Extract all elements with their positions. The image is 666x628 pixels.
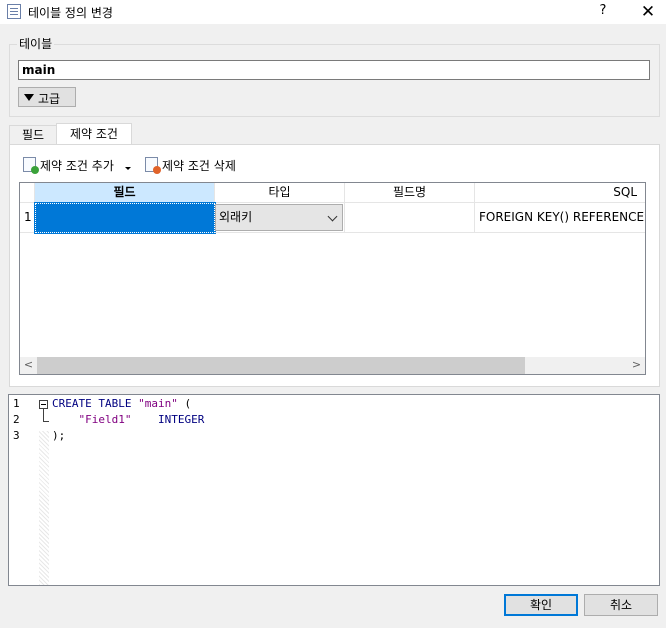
close-button[interactable]: ✕ xyxy=(636,1,660,23)
cell-type[interactable]: 외래키 xyxy=(215,203,345,233)
line-number: 3 xyxy=(13,429,20,442)
code-string: "Field1" xyxy=(78,413,132,426)
scroll-left-icon[interactable]: < xyxy=(20,357,37,374)
code-line-3: ); xyxy=(52,429,65,442)
table-group-label: 테이블 xyxy=(17,35,55,52)
code-string: "main" xyxy=(138,397,178,410)
sql-preview-editor[interactable]: 1 2 3 CREATE TABLE "main" ( "Field1" INT… xyxy=(8,394,660,586)
code-punct: ( xyxy=(177,397,192,410)
column-header-sql[interactable]: SQL xyxy=(475,183,645,203)
column-header-type[interactable]: 타입 xyxy=(215,183,345,203)
advanced-button[interactable]: 고급 xyxy=(18,87,76,107)
line-number: 1 xyxy=(13,397,20,410)
type-combobox[interactable]: 외래키 xyxy=(215,204,343,231)
cancel-button[interactable]: 취소 xyxy=(584,594,658,616)
cell-field-name[interactable] xyxy=(345,203,475,233)
fold-line xyxy=(43,409,44,421)
gutter-stipple xyxy=(39,431,49,585)
scroll-thumb[interactable] xyxy=(37,357,525,374)
horizontal-scrollbar[interactable]: < > xyxy=(20,357,645,374)
table-name-input[interactable] xyxy=(18,60,650,80)
delete-constraint-label: 제약 조건 삭제 xyxy=(162,159,236,173)
code-keyword: INTEGER xyxy=(157,413,205,426)
tab-fields[interactable]: 필드 xyxy=(9,125,57,145)
constraints-grid: 필드 타입 필드명 SQL 1 외래키 FOREIGN KEY() REFERE… xyxy=(19,182,646,375)
tab-constraints[interactable]: 제약 조건 xyxy=(56,123,132,145)
code-line-1: CREATE TABLE "main" ( xyxy=(52,397,191,410)
grid-corner xyxy=(20,183,35,203)
table-groupbox xyxy=(9,44,660,117)
row-number: 1 xyxy=(20,203,35,233)
delete-constraint-icon xyxy=(145,157,161,174)
advanced-label: 고급 xyxy=(38,92,61,106)
code-line-2: "Field1" INTEGER xyxy=(52,413,205,426)
cell-field[interactable] xyxy=(34,202,216,234)
ok-button[interactable]: 확인 xyxy=(504,594,578,616)
add-constraint-icon xyxy=(23,157,39,174)
help-button[interactable]: ? xyxy=(596,3,610,21)
column-header-field-name[interactable]: 필드명 xyxy=(345,183,475,203)
fold-end xyxy=(43,421,49,422)
table-icon xyxy=(7,4,21,19)
add-constraint-label: 제약 조건 추가 xyxy=(40,159,114,173)
dropdown-caret-icon xyxy=(125,167,131,170)
column-header-field[interactable]: 필드 xyxy=(35,183,215,203)
code-keyword: CREATE TABLE xyxy=(52,397,132,410)
triangle-down-icon xyxy=(24,94,34,101)
scroll-right-icon[interactable]: > xyxy=(628,357,645,374)
chevron-down-icon xyxy=(327,211,338,222)
window-title: 테이블 정의 변경 xyxy=(28,6,113,20)
type-combobox-value: 외래키 xyxy=(219,210,253,224)
line-number: 2 xyxy=(13,413,20,426)
code-punct: ); xyxy=(52,429,66,442)
cell-sql[interactable]: FOREIGN KEY() REFERENCES xyxy=(475,203,645,233)
fold-collapse-icon[interactable] xyxy=(39,400,48,409)
title-bar: 테이블 정의 변경 ? ✕ xyxy=(0,0,666,24)
